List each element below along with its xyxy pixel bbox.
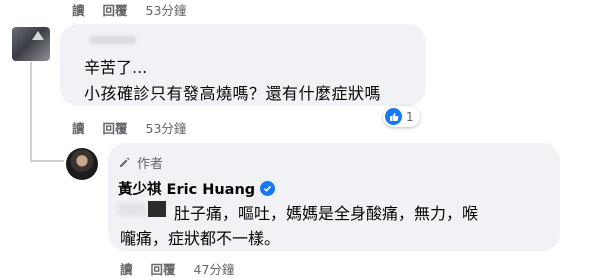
reply-action[interactable]: 回覆 (103, 0, 128, 19)
blurred-name (90, 36, 136, 44)
pencil-icon (120, 157, 130, 167)
reply-action[interactable]: 回覆 (151, 259, 176, 278)
timestamp[interactable]: 47分鐘 (194, 259, 235, 278)
timestamp[interactable]: 53分鐘 (146, 0, 187, 19)
author-avatar[interactable] (66, 148, 98, 180)
read-action[interactable]: 讀 (120, 259, 133, 278)
avatar[interactable] (12, 27, 50, 61)
comment-text-line2: 小孩確診只有發高燒嗎？還有什麼症狀嗎 (84, 84, 382, 103)
reply-text-line1: 肚子痛，嘔吐，媽媽是全身酸痛，無力，喉 (174, 204, 479, 223)
author-name[interactable]: 黃少祺 Eric Huang (118, 178, 276, 199)
timestamp[interactable]: 53分鐘 (146, 118, 187, 137)
like-icon (385, 108, 402, 125)
reply-actions: 讀 回覆 47分鐘 (120, 259, 252, 278)
author-badge-label: 作者 (137, 157, 164, 172)
verified-icon (260, 181, 276, 196)
reaction-summary[interactable]: 1 (383, 106, 420, 127)
read-action[interactable]: 讀 (72, 0, 85, 19)
top-comment-actions: 讀 回覆 53分鐘 (72, 0, 204, 19)
reply-action[interactable]: 回覆 (103, 118, 128, 137)
author-badge: 作者 (118, 153, 163, 172)
author-name-text[interactable]: 黃少祺 Eric Huang (118, 178, 255, 199)
thread-branch (30, 160, 64, 162)
comment-actions: 讀 回覆 53分鐘 (72, 118, 204, 137)
redacted-block (148, 201, 166, 217)
reply-bubble: 作者 黃少祺 Eric Huang 肚子痛，嘔吐，媽媽是全身酸痛，無力，喉 嚨痛… (108, 143, 560, 251)
comment-text-line1: 辛苦了... (84, 58, 148, 77)
blurred-mention (118, 203, 146, 216)
comment-bubble: 辛苦了... 小孩確診只有發高燒嗎？還有什麼症狀嗎 (60, 24, 426, 106)
reaction-count: 1 (406, 109, 414, 124)
read-action[interactable]: 讀 (72, 118, 85, 137)
thread-line (30, 62, 32, 162)
reply-text-line2: 嚨痛，症狀都不一樣。 (120, 229, 281, 248)
